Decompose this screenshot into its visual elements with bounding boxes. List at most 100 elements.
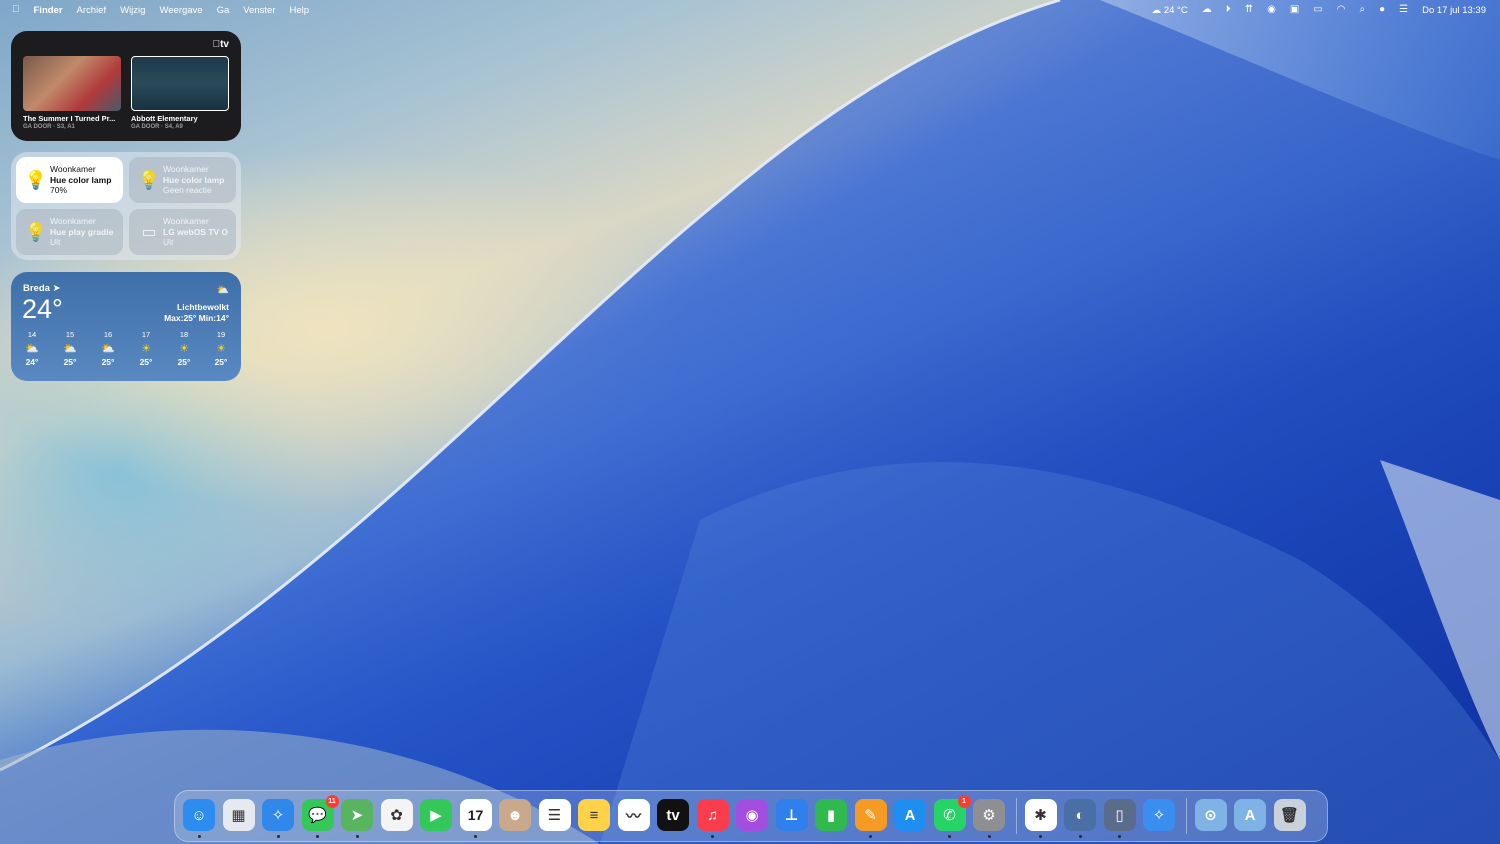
- forecast-time: 17: [141, 330, 151, 339]
- tv-item[interactable]: Abbott Elementary GA DOOR · S4, A9: [131, 56, 229, 130]
- notes-glyph: ≡: [589, 806, 599, 824]
- tv-widget[interactable]: tv The Summer I Turned Pr... GA DOOR · …: [11, 31, 241, 141]
- apple-tv-glyph: tv: [666, 806, 680, 824]
- cloud-sync-icon[interactable]: ☁: [1202, 0, 1212, 20]
- dock-pages-icon[interactable]: ✎: [854, 799, 887, 831]
- dock-podcasts-icon[interactable]: ◉: [736, 799, 768, 831]
- dock-trash-icon[interactable]: 🗑: [1273, 799, 1306, 831]
- airdrop-icon[interactable]: ⇈: [1245, 0, 1253, 20]
- wifi-icon[interactable]: ◠: [1337, 0, 1346, 20]
- forecast-temp: 25°: [63, 357, 77, 367]
- weather-condition: Lichtbewolkt Max:25° Min:14°: [164, 302, 229, 323]
- forecast-time: 16: [103, 330, 113, 339]
- dock-numbers-icon[interactable]: ▮: [815, 799, 847, 831]
- dock-messages-icon[interactable]: 💬 11: [301, 795, 339, 831]
- maps-glyph: ➤: [350, 807, 364, 824]
- menu-wijzig[interactable]: Wijzig: [120, 5, 145, 16]
- dock-slack-icon[interactable]: ✱: [1024, 799, 1057, 831]
- siri-icon[interactable]: ●: [1379, 0, 1385, 20]
- tile-status: Uit: [163, 237, 174, 248]
- sun-icon: ☀: [216, 343, 226, 355]
- forecast-temp: 25°: [101, 357, 115, 367]
- menu-venster[interactable]: Venster: [243, 5, 275, 16]
- dock-separator: [1015, 798, 1017, 834]
- menu-finder[interactable]: Finder: [34, 5, 63, 16]
- dock-reminders-icon[interactable]: ☰: [538, 799, 571, 831]
- user-icon[interactable]: ◉: [1267, 0, 1276, 20]
- dock-whatsapp-icon[interactable]: ✆ 1: [933, 795, 971, 831]
- dock-applications-folder-icon[interactable]: A: [1234, 799, 1266, 831]
- tv-thumbnail: [131, 56, 229, 111]
- weather-condition-text: Lichtbewolkt: [177, 302, 229, 312]
- apple-logo-icon: : [213, 39, 221, 50]
- tile-status: Uit: [50, 237, 61, 248]
- dock-photos-icon[interactable]: ✿: [380, 799, 413, 831]
- running-indicator: [474, 835, 477, 838]
- dock-downloads-folder-icon[interactable]: ⊙: [1194, 799, 1227, 831]
- home-tile[interactable]: 💡 Woonkamer Hue color lamp Geen reactie: [129, 157, 236, 203]
- menu-bar-left:  Finder Archief Wijzig Weergave Ga Vens…: [0, 0, 323, 20]
- dock-notes-icon[interactable]: ≡: [578, 799, 610, 831]
- dock-music-icon[interactable]: ♫: [696, 799, 729, 831]
- menu-weergave[interactable]: Weergave: [159, 5, 202, 16]
- dock-finder-icon[interactable]: ☺: [183, 799, 215, 831]
- applications-folder-glyph: A: [1244, 806, 1256, 824]
- tv-thumbnail: [23, 56, 121, 111]
- tile-status: 70%: [50, 185, 68, 196]
- finder-glyph: ☺: [191, 806, 207, 824]
- dock-freeform-icon[interactable]: 〰: [617, 799, 650, 831]
- dock-finder-utility-icon[interactable]: ◐: [1064, 799, 1096, 831]
- weather-widget[interactable]: Breda ➤ 24° ⛅ Lichtbewolkt Max:25° Min:14…: [11, 272, 241, 381]
- menubar-weather-temp: 24 °C: [1163, 4, 1188, 16]
- apple-logo-icon[interactable]: : [12, 0, 20, 20]
- dock-system-settings-icon[interactable]: ⚙: [973, 799, 1005, 831]
- dock-maps-icon[interactable]: ➤: [341, 799, 373, 831]
- forecast-time: 14: [27, 330, 37, 339]
- home-widget: 💡 Woonkamer Hue color lamp 70% 💡 Woonkamer…: [11, 152, 241, 260]
- weather-city-name: Breda: [23, 283, 50, 294]
- running-indicator: [276, 835, 280, 838]
- numbers-glyph: ▮: [826, 807, 836, 824]
- dock-iphone-mirroring-icon[interactable]: ▯: [1103, 799, 1136, 831]
- forecast-hour: 18 ☀ 25°: [169, 330, 199, 367]
- home-tile[interactable]: 💡 Woonkamer Hue color lamp 70%: [16, 157, 123, 203]
- tile-room: Woonkamer: [163, 164, 209, 175]
- control-center-icon[interactable]: ☰: [1399, 0, 1408, 20]
- dock-apple-tv-icon[interactable]: tv: [657, 799, 689, 831]
- menu-help[interactable]: Help: [290, 5, 310, 16]
- lightbulb-icon: 💡: [24, 221, 48, 242]
- podcasts-glyph: ◉: [745, 807, 759, 824]
- display-icon[interactable]: ▣: [1290, 0, 1299, 20]
- dock-launchpad-icon[interactable]: ▦: [222, 799, 255, 831]
- facetime-glyph: ▶: [430, 807, 442, 824]
- dock-calendar-icon[interactable]: 17: [459, 799, 492, 831]
- dock-facetime-icon[interactable]: ▶: [420, 799, 452, 831]
- launchpad-glyph: ▦: [231, 807, 246, 824]
- running-indicator: [869, 835, 872, 838]
- home-tile[interactable]: ▭ Woonkamer LG webOS TV O Uit: [129, 209, 236, 255]
- menubar-clock[interactable]: Do 17 jul 13:39: [1422, 5, 1486, 16]
- dock-separator: [1185, 798, 1187, 834]
- tile-name: LG webOS TV O: [163, 226, 229, 237]
- menu-archief[interactable]: Archief: [77, 5, 107, 16]
- partly-cloudy-icon: ⛅: [216, 285, 229, 296]
- dock-safari-window-icon[interactable]: ✧: [1143, 799, 1175, 831]
- dock-app-store-icon[interactable]: A: [894, 799, 926, 831]
- menu-ga[interactable]: Ga: [217, 5, 230, 16]
- search-icon[interactable]: ⌕: [1359, 0, 1365, 20]
- running-indicator: [711, 835, 714, 838]
- dock-contacts-icon[interactable]: ☻: [499, 799, 531, 831]
- tile-status: Geen reactie: [163, 185, 212, 196]
- home-tile[interactable]: 💡 Woonkamer Hue play gradie Uit: [16, 209, 123, 255]
- menu-bar-right: ☁ 24 °C ☁ ⏵ ⇈ ◉ ▣ ▭ ◠ ⌕ ● ☰ Do 17 jul 13…: [1138, 0, 1500, 20]
- downloads-folder-glyph: ⊙: [1204, 807, 1217, 824]
- lightbulb-icon: 💡: [137, 169, 161, 190]
- weather-range: Max:25° Min:14°: [164, 312, 229, 323]
- dock-keynote-icon[interactable]: ⊥: [775, 799, 808, 831]
- menubar-weather[interactable]: ☁ 24 °C: [1152, 5, 1188, 16]
- tv-item[interactable]: The Summer I Turned Pr... GA DOOR · S3, …: [23, 56, 121, 130]
- play-circle-icon[interactable]: ⏵: [1226, 0, 1231, 20]
- dock-safari-icon[interactable]: ✧: [262, 799, 294, 831]
- tv-item-subtitle: GA DOOR · S4, A9: [131, 124, 183, 130]
- battery-icon[interactable]: ▭: [1313, 0, 1322, 20]
